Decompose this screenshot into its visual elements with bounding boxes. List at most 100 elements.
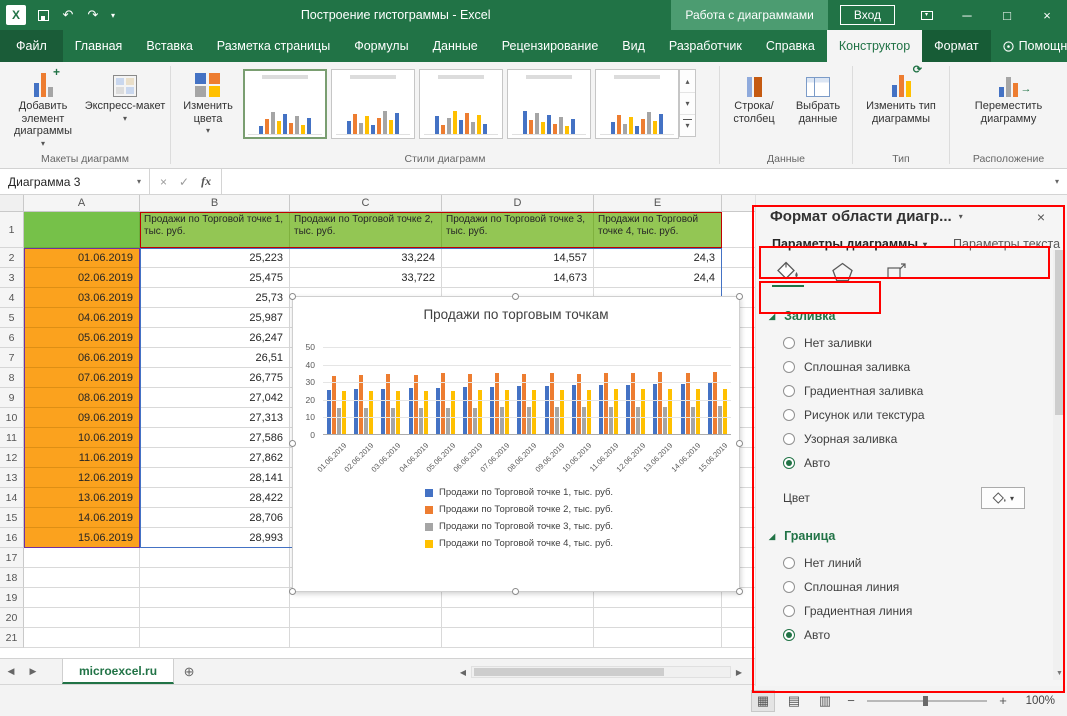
grid-cell[interactable]	[24, 608, 140, 628]
grid-cell[interactable]: 25,223	[140, 248, 290, 268]
quick-layout-button[interactable]: Экспресс-макет▾	[84, 65, 166, 147]
row-header[interactable]: 12	[0, 448, 24, 468]
tab-formulas[interactable]: Формулы	[342, 30, 420, 62]
row-header[interactable]: 13	[0, 468, 24, 488]
chart-title[interactable]: Продажи по торговым точкам	[293, 307, 739, 322]
row-header[interactable]: 18	[0, 568, 24, 588]
grid-cell[interactable]: 25,987	[140, 308, 290, 328]
hscroll-right-icon[interactable]: ▶	[731, 668, 747, 677]
grid-cell[interactable]: 24,3	[594, 248, 722, 268]
grid-cell[interactable]	[594, 628, 722, 648]
grid-cell[interactable]	[290, 628, 442, 648]
row-header[interactable]: 4	[0, 288, 24, 308]
qat-customize-icon[interactable]: ▾	[106, 2, 120, 28]
column-header-B[interactable]: B	[140, 195, 290, 211]
hscroll-thumb[interactable]	[474, 668, 664, 676]
tab-page-layout[interactable]: Разметка страницы	[205, 30, 342, 62]
gallery-more-icon[interactable]: ▾	[680, 114, 695, 136]
grid-cell[interactable]	[24, 588, 140, 608]
grid-cell[interactable]: 25,73	[140, 288, 290, 308]
row-header[interactable]: 2	[0, 248, 24, 268]
sheet-nav-left-icon[interactable]: ◀	[0, 659, 22, 684]
grid-cell[interactable]	[290, 608, 442, 628]
grid-cell[interactable]: 28,706	[140, 508, 290, 528]
page-layout-view-icon[interactable]: ▤	[782, 690, 806, 712]
fill-section-header[interactable]: ◢ Заливка	[756, 293, 1067, 331]
sign-in-button[interactable]: Вход	[840, 5, 895, 25]
grid-cell[interactable]	[24, 568, 140, 588]
row-header[interactable]: 20	[0, 608, 24, 628]
grid-cell[interactable]: 27,862	[140, 448, 290, 468]
select-data-button[interactable]: Выбрать данные	[786, 65, 850, 147]
chart-resize-handle[interactable]	[289, 588, 296, 595]
radio-option[interactable]: Сплошная линия	[756, 575, 1067, 599]
grid-cell[interactable]: 26,51	[140, 348, 290, 368]
grid-cell[interactable]	[140, 548, 290, 568]
grid-cell[interactable]	[442, 608, 594, 628]
grid-cell[interactable]: 03.06.2019	[24, 288, 140, 308]
chart-object[interactable]: Продажи по торговым точкам 01020304050 0…	[292, 296, 740, 592]
grid-cell[interactable]	[24, 548, 140, 568]
row-header[interactable]: 7	[0, 348, 24, 368]
grid-cell[interactable]: 26,775	[140, 368, 290, 388]
radio-option[interactable]: Рисунок или текстура	[756, 403, 1067, 427]
row-header[interactable]: 17	[0, 548, 24, 568]
tab-developer[interactable]: Разработчик	[657, 30, 754, 62]
grid-cell[interactable]	[140, 568, 290, 588]
grid-cell[interactable]: 01.06.2019	[24, 248, 140, 268]
change-chart-type-button[interactable]: ⟳ Изменить тип диаграммы	[860, 65, 942, 147]
radio-option[interactable]: Авто	[756, 451, 1067, 475]
gallery-up-icon[interactable]: ▴	[680, 70, 695, 92]
grid-cell[interactable]: 10.06.2019	[24, 428, 140, 448]
row-header[interactable]: 14	[0, 488, 24, 508]
zoom-in-icon[interactable]: +	[996, 693, 1010, 708]
tab-file[interactable]: Файл	[0, 30, 63, 62]
grid-cell[interactable]: 06.06.2019	[24, 348, 140, 368]
radio-option[interactable]: Градиентная заливка	[756, 379, 1067, 403]
grid-cell[interactable]: 28,993	[140, 528, 290, 548]
zoom-out-icon[interactable]: −	[844, 693, 858, 708]
size-properties-icon[interactable]	[880, 260, 912, 287]
tab-help[interactable]: Справка	[754, 30, 827, 62]
chart-style-thumbnail[interactable]	[595, 69, 679, 139]
grid-cell[interactable]: 14.06.2019	[24, 508, 140, 528]
tab-review[interactable]: Рецензирование	[490, 30, 611, 62]
row-header[interactable]: 8	[0, 368, 24, 388]
pane-dropdown-icon[interactable]: ▾	[959, 212, 963, 221]
border-section-header[interactable]: ◢ Граница	[756, 513, 1067, 551]
fill-color-button[interactable]: ▾	[981, 487, 1025, 509]
minimize-button[interactable]: ─	[947, 0, 987, 30]
row-header[interactable]: 16	[0, 528, 24, 548]
radio-option[interactable]: Сплошная заливка	[756, 355, 1067, 379]
chart-style-thumbnail[interactable]	[331, 69, 415, 139]
move-chart-button[interactable]: → Переместить диаграмму	[968, 65, 1050, 147]
grid-cell[interactable]: 27,042	[140, 388, 290, 408]
row-header[interactable]: 21	[0, 628, 24, 648]
row-header[interactable]: 6	[0, 328, 24, 348]
grid-cell[interactable]: 05.06.2019	[24, 328, 140, 348]
chart-resize-handle[interactable]	[736, 588, 743, 595]
chart-resize-handle[interactable]	[512, 588, 519, 595]
grid-cell[interactable]: 11.06.2019	[24, 448, 140, 468]
name-box-dropdown-icon[interactable]: ▾	[137, 177, 141, 186]
scrollbar-thumb[interactable]	[1055, 250, 1064, 415]
grid-cell[interactable]: Продажи по Торговой точке 3, тыс. руб.	[442, 212, 594, 248]
grid-cell[interactable]: 15.06.2019	[24, 528, 140, 548]
radio-option[interactable]: Нет линий	[756, 551, 1067, 575]
grid-cell[interactable]: 12.06.2019	[24, 468, 140, 488]
chart-resize-handle[interactable]	[512, 293, 519, 300]
chart-resize-handle[interactable]	[736, 293, 743, 300]
grid-cell[interactable]: 28,422	[140, 488, 290, 508]
chart-resize-handle[interactable]	[736, 440, 743, 447]
horizontal-scrollbar[interactable]: ◀ ▶	[455, 664, 747, 680]
chart-style-thumbnail[interactable]	[243, 69, 327, 139]
tab-insert[interactable]: Вставка	[134, 30, 204, 62]
sheet-nav-right-icon[interactable]: ▶	[22, 659, 44, 684]
radio-option[interactable]: Авто	[756, 623, 1067, 647]
row-header[interactable]: 9	[0, 388, 24, 408]
maximize-button[interactable]: □	[987, 0, 1027, 30]
row-header[interactable]: 11	[0, 428, 24, 448]
chart-resize-handle[interactable]	[289, 293, 296, 300]
add-sheet-icon[interactable]: ⊕	[174, 659, 204, 684]
effects-icon[interactable]	[826, 260, 858, 287]
